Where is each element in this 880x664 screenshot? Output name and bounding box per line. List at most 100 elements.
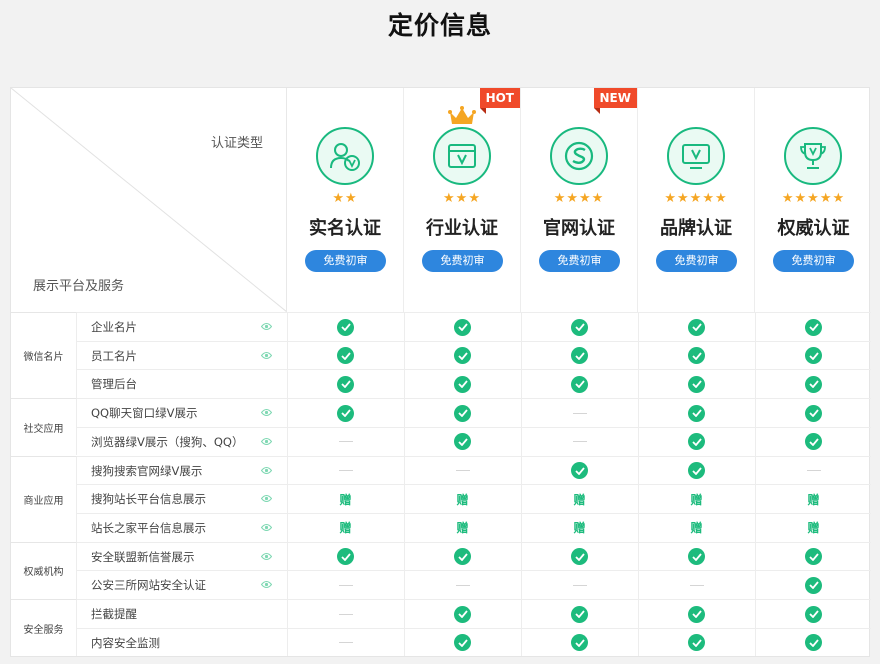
plan-stars: ★★: [332, 191, 358, 206]
feature-cell: [287, 342, 404, 370]
not-included-dash: [455, 584, 470, 586]
table-row: 公安三所网站安全认证: [77, 570, 871, 599]
feature-cell: [755, 629, 872, 657]
column-divider: [287, 312, 288, 657]
feature-cell: 赠: [287, 485, 404, 513]
plan-stars: ★★★★★: [781, 191, 846, 206]
plan-name: 行业认证: [426, 218, 498, 239]
check-icon: [571, 634, 588, 652]
column-divider: [404, 312, 405, 657]
feature-cell: [521, 457, 638, 485]
feature-cell: [638, 600, 755, 628]
feature-cell: [638, 571, 755, 599]
feature-cell: 赠: [638, 485, 755, 513]
not-included-dash: [455, 470, 470, 471]
feature-cell: [287, 313, 404, 341]
pricing-table: 认证类型 展示平台及服务 ★★ 实名认证 免费初审 HOT ★★★ 行业认证 免费初审 NEW…: [10, 87, 872, 657]
feature-cell: [638, 629, 755, 657]
feature-cell: [287, 571, 404, 599]
table-row: 拦截提醒: [77, 599, 871, 628]
eye-icon[interactable]: [261, 552, 272, 561]
feature-cell: [755, 399, 872, 427]
feature-cell: 赠: [755, 514, 872, 542]
not-included-dash: [338, 613, 353, 615]
table-corner-header: 认证类型 展示平台及服务: [11, 88, 287, 312]
free-review-button[interactable]: 免费初审: [539, 250, 620, 272]
feature-cell: [404, 313, 521, 341]
eye-icon[interactable]: [261, 322, 272, 331]
feature-cell: [638, 313, 755, 341]
check-icon: [805, 634, 822, 652]
not-included-dash: [338, 470, 353, 471]
check-icon: [805, 548, 822, 566]
user-v-icon: [316, 127, 374, 185]
check-icon: [688, 433, 705, 451]
feature-cell: 赠: [755, 485, 872, 513]
check-icon: [688, 318, 705, 336]
check-icon: [688, 375, 705, 393]
check-icon: [454, 548, 471, 566]
check-icon: [454, 404, 471, 422]
eye-icon[interactable]: [261, 408, 272, 417]
feature-cell: 赠: [638, 514, 755, 542]
free-review-button[interactable]: 免费初审: [773, 250, 854, 272]
service-name: QQ聊天窗口绿V展示: [91, 406, 198, 421]
new-badge: NEW: [593, 88, 637, 114]
check-icon: [337, 375, 354, 393]
service-name: 安全联盟新信誉展示: [91, 549, 195, 564]
feature-cell: [404, 370, 521, 398]
hot-badge: HOT: [479, 88, 520, 114]
plan-column-5: ★★★★★ 权威认证 免费初审: [755, 88, 872, 312]
service-label: 展示平台及服务: [33, 279, 125, 294]
eye-icon[interactable]: [261, 466, 272, 475]
feature-cell: [404, 457, 521, 485]
plan-name: 品牌认证: [660, 218, 732, 239]
feature-cell: [521, 629, 638, 657]
eye-icon[interactable]: [261, 351, 272, 360]
not-included-dash: [338, 441, 353, 443]
feature-cell: [755, 342, 872, 370]
service-name: 搜狗站长平台信息展示: [91, 492, 206, 507]
feature-cell: [521, 600, 638, 628]
plan-column-4: ★★★★★ 品牌认证 免费初审: [638, 88, 755, 312]
gift-label: 赠: [573, 492, 586, 507]
table-row: 企业名片: [77, 312, 871, 341]
feature-cell: 赠: [404, 485, 521, 513]
feature-cell: [404, 571, 521, 599]
eye-icon[interactable]: [261, 580, 272, 589]
feature-cell: [638, 428, 755, 456]
feature-cell: [287, 629, 404, 657]
check-icon: [454, 375, 471, 393]
free-review-button[interactable]: 免费初审: [422, 250, 503, 272]
table-row: QQ聊天窗口绿V展示: [77, 398, 871, 427]
plan-column-1: ★★ 实名认证 免费初审: [287, 88, 404, 312]
feature-cell: [521, 399, 638, 427]
free-review-button[interactable]: 免费初审: [656, 250, 737, 272]
check-icon: [805, 375, 822, 393]
free-review-button[interactable]: 免费初审: [305, 250, 386, 272]
check-icon: [805, 318, 822, 336]
category-label: 社交应用: [11, 398, 77, 456]
eye-icon[interactable]: [261, 523, 272, 532]
feature-cell: [404, 600, 521, 628]
category-label: 商业应用: [11, 455, 77, 542]
eye-icon[interactable]: [261, 437, 272, 446]
monitor-v-icon: [667, 127, 725, 185]
feature-cell: [521, 543, 638, 571]
feature-cell: [404, 342, 521, 370]
check-icon: [337, 347, 354, 365]
eye-icon[interactable]: [261, 494, 272, 503]
check-icon: [688, 605, 705, 623]
feature-cell: [521, 571, 638, 599]
page-title: 定价信息: [387, 11, 492, 40]
table-row: 搜狗搜索官网绿V展示: [77, 455, 871, 485]
gift-label: 赠: [573, 521, 586, 536]
table-row: 搜狗站长平台信息展示 赠 赠 赠 赠 赠: [77, 484, 871, 513]
check-icon: [571, 605, 588, 623]
gift-label: 赠: [807, 492, 820, 507]
check-icon: [337, 548, 354, 566]
feature-cell: [638, 543, 755, 571]
feature-cell: [287, 399, 404, 427]
check-icon: [337, 404, 354, 422]
table-row: 安全联盟新信誉展示: [77, 541, 871, 571]
